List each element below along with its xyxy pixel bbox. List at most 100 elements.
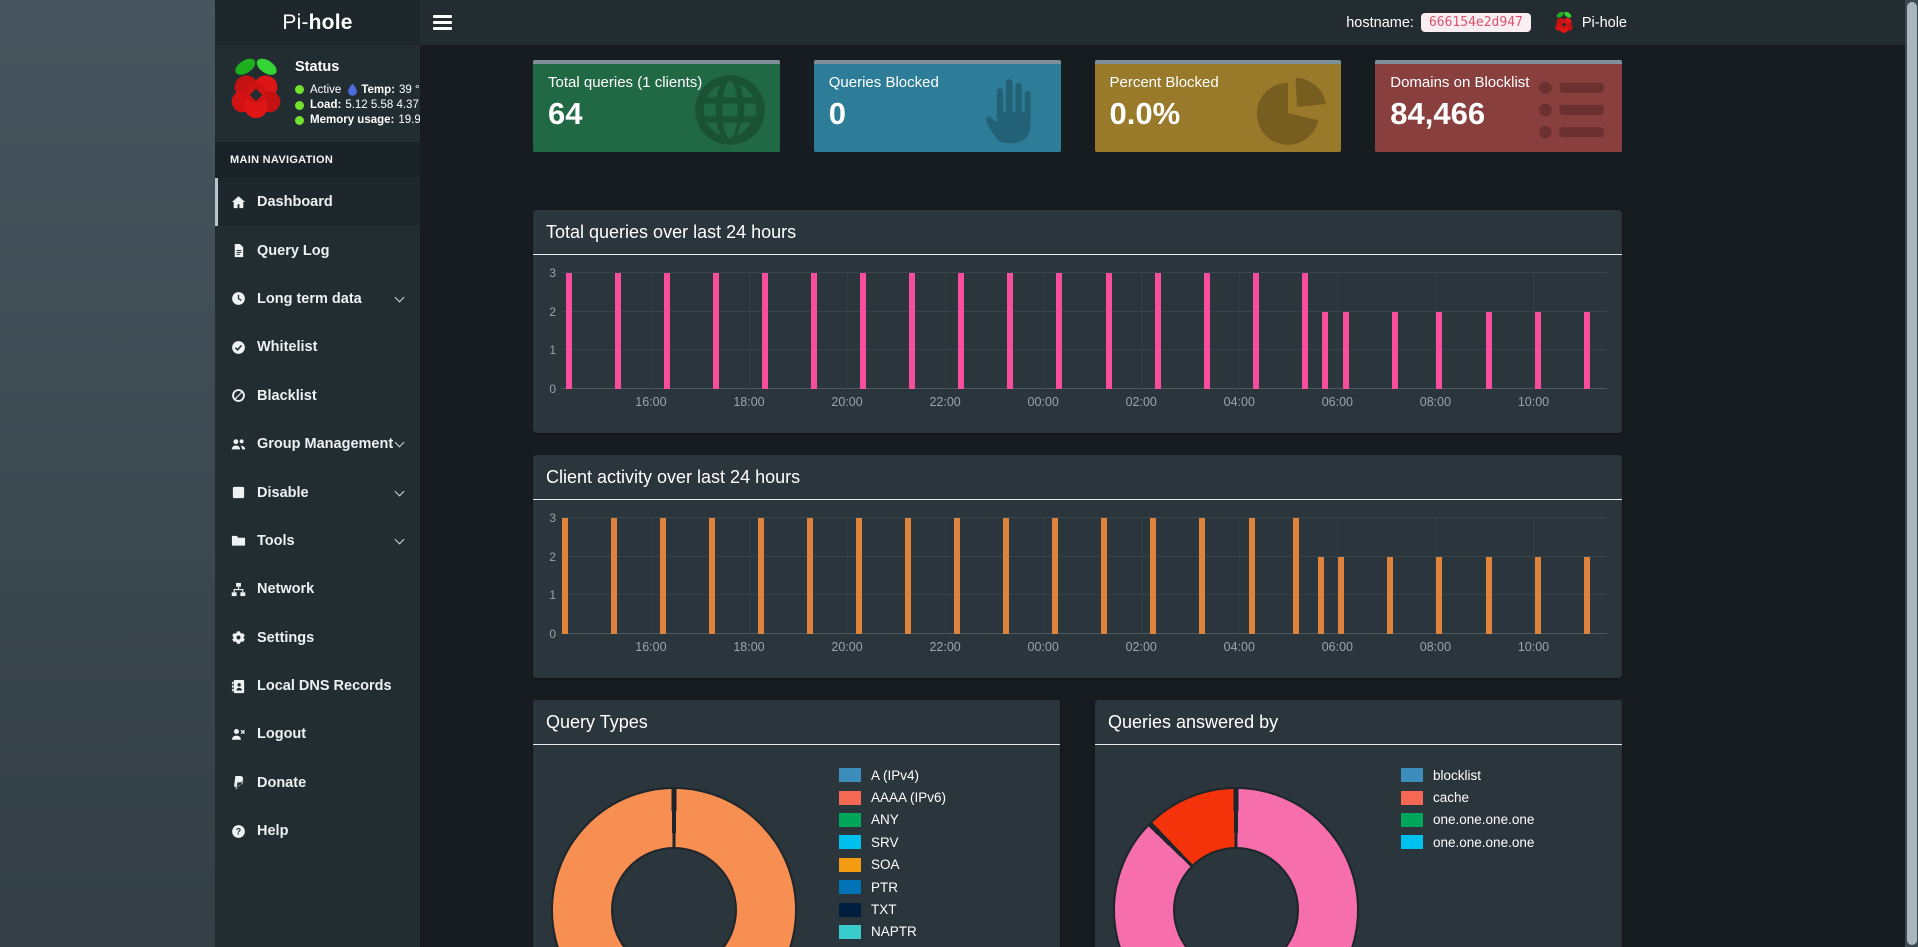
x-tick-label: 18:00 — [733, 395, 765, 409]
check-circle-icon — [231, 340, 257, 355]
y-tick-label: 3 — [549, 511, 556, 525]
legend-item-blocklist[interactable]: blocklist — [1401, 764, 1534, 786]
donut-chart — [553, 789, 795, 947]
bar — [660, 518, 667, 634]
card-label: Queries Blocked — [828, 74, 939, 91]
x-tick-label: 06:00 — [1321, 640, 1353, 654]
card-label: Percent Blocked — [1109, 74, 1219, 91]
x-tick-label: 18:00 — [733, 640, 765, 654]
sidebar-item-blacklist[interactable]: Blacklist — [215, 372, 420, 420]
square-icon — [231, 485, 257, 500]
chevron-down-icon — [394, 437, 405, 448]
legend-item-cache[interactable]: cache — [1401, 786, 1534, 808]
sidebar-item-label: Help — [257, 823, 289, 840]
x-tick-label: 08:00 — [1419, 640, 1452, 654]
legend-item-txt[interactable]: TXT — [839, 898, 946, 920]
bar — [1003, 518, 1010, 634]
status-active-label: Active — [310, 83, 342, 96]
legend-item-aaaa-ipv6[interactable]: AAAA (IPv6) — [839, 786, 946, 808]
sidebar-item-settings[interactable]: Settings — [215, 614, 420, 662]
top-bar: Pi-hole hostname: 666154e2d947 Pi-hole — [215, 0, 1905, 45]
bar — [1534, 311, 1541, 389]
x-axis: 16:00 18:00 20:00 22:00 00:00 02:00 04:00 06:00… — [561, 634, 1607, 660]
bar — [566, 273, 573, 389]
legend-color-swatch — [839, 924, 861, 939]
gridline — [650, 518, 652, 634]
gridline — [1239, 273, 1241, 389]
sidebar-item-label: Whitelist — [257, 339, 318, 356]
legend-item-soa[interactable]: SOA — [839, 854, 946, 876]
clock-icon — [231, 291, 257, 306]
sidebar-item-logout[interactable]: Logout — [215, 710, 420, 758]
sidebar-item-query-log[interactable]: Query Log — [215, 226, 420, 274]
legend-label: AAAA (IPv6) — [871, 790, 947, 806]
gridline — [561, 555, 1607, 557]
legend-color-swatch — [1401, 768, 1423, 783]
legend-color-swatch — [839, 768, 861, 783]
sidebar-item-dashboard[interactable]: Dashboard — [215, 178, 420, 227]
legend-item-a-ipv4[interactable]: A (IPv4) — [839, 764, 946, 786]
sidebar-item-label: Blacklist — [257, 387, 317, 404]
bar — [1293, 518, 1300, 634]
bar — [562, 518, 569, 634]
sidebar-item-whitelist[interactable]: Whitelist — [215, 323, 420, 371]
y-axis: 0 1 2 3 — [543, 511, 561, 641]
card-value: 64 — [548, 96, 583, 131]
temperature-icon — [347, 83, 358, 96]
scrollbar-thumb[interactable] — [1906, 2, 1917, 945]
card-label: Domains on Blocklist — [1390, 74, 1530, 91]
legend-item-one-one-one-one[interactable]: one.one.one.one — [1401, 809, 1534, 831]
bar — [1199, 518, 1206, 634]
gridline — [1043, 518, 1045, 634]
bar — [1583, 311, 1590, 389]
legend-label: SOA — [871, 857, 900, 873]
card-value: 84,466 — [1390, 96, 1486, 131]
gridline — [1141, 273, 1143, 389]
sidebar-item-network[interactable]: Network — [215, 565, 420, 613]
panel-title: Queries answered by — [1108, 711, 1279, 732]
sidebar-item-local-dns-records[interactable]: Local DNS Records — [215, 662, 420, 710]
gridline — [945, 273, 947, 389]
hamburger-menu-icon[interactable] — [433, 15, 452, 30]
legend-label: SRV — [871, 834, 899, 850]
bar — [1248, 518, 1255, 634]
bar — [958, 273, 965, 389]
donut-chart — [1115, 789, 1357, 947]
temp-label: Temp: — [361, 83, 395, 96]
sidebar-item-long-term-data[interactable]: Long term data — [215, 275, 420, 323]
bar — [713, 273, 720, 389]
chevron-down-icon — [394, 486, 405, 496]
sidebar-item-disable[interactable]: Disable — [215, 468, 420, 516]
legend-item-naptr[interactable]: NAPTR — [839, 921, 946, 943]
card-percent-blocked: Percent Blocked 0.0% — [1094, 60, 1342, 152]
gridline — [945, 518, 947, 634]
x-tick-label: 16:00 — [635, 395, 667, 409]
chevron-down-icon — [394, 292, 405, 303]
bottom-panels-row: Query Types A (IPv4) AAAA (IPv6) ANY SRV SOA… — [533, 700, 1622, 947]
x-tick-label: 16:00 — [635, 640, 667, 654]
scrollbar — [1905, 0, 1918, 947]
sidebar-item-help[interactable]: ? Help — [215, 807, 420, 855]
logo-text-prefix: Pi- — [282, 10, 309, 34]
sidebar-item-tools[interactable]: Tools — [215, 517, 420, 565]
bar — [1203, 273, 1210, 389]
y-tick-label: 2 — [549, 304, 556, 319]
gridline — [748, 273, 750, 389]
folder-icon — [231, 533, 257, 548]
bar — [1007, 273, 1014, 389]
app-logo[interactable]: Pi-hole — [215, 0, 420, 45]
bar — [1583, 556, 1590, 634]
status-title: Status — [295, 59, 340, 75]
gears-icon — [231, 630, 257, 645]
bar — [1436, 556, 1443, 634]
card-total-queries-1-clients: Total queries (1 clients) 64 — [533, 60, 780, 152]
legend-item-any[interactable]: ANY — [839, 809, 946, 831]
legend-item-srv[interactable]: SRV — [839, 831, 946, 853]
sidebar-item-group-management[interactable]: Group Management — [215, 420, 420, 468]
legend-label: ANY — [871, 812, 899, 828]
legend-item-ptr[interactable]: PTR — [839, 876, 946, 898]
sidebar-item-donate[interactable]: Donate — [215, 759, 420, 807]
bar — [1150, 518, 1157, 634]
bar — [1101, 518, 1108, 634]
legend-item-one-one-one-one[interactable]: one.one.one.one — [1401, 831, 1534, 853]
